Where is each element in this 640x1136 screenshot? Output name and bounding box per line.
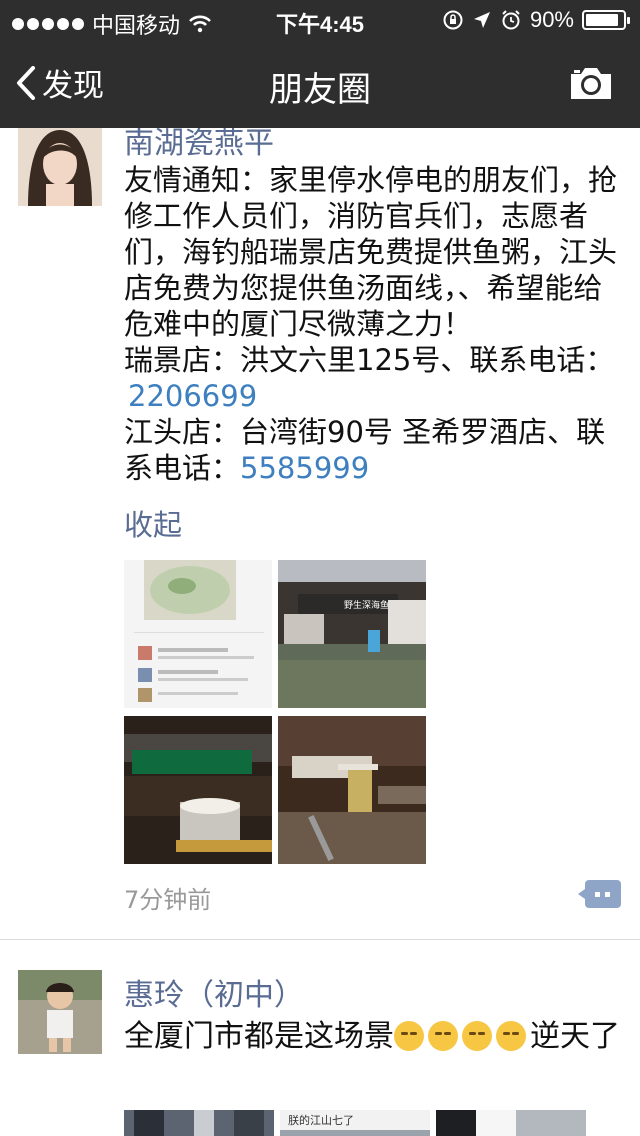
post2-image-2[interactable]: 朕的江山七了	[280, 1110, 430, 1136]
address-text: 瑞景店：洪文六里125号、联系电话	[124, 343, 586, 377]
alarm-clock-icon	[502, 10, 520, 30]
post-text: 友情通知：家里停水停电的朋友们，抢修工作人员们，消防官兵们，志愿者们，海钓船瑞景…	[124, 162, 620, 486]
emoji-icon	[462, 1021, 492, 1051]
comment-dots-icon	[595, 892, 610, 897]
nav-bar: 发现 朋友圈	[0, 40, 640, 128]
phone-link-2[interactable]: 5585999	[240, 451, 369, 485]
post2-image-1[interactable]	[124, 1110, 274, 1136]
comment-button[interactable]	[578, 880, 621, 908]
camera-button[interactable]	[568, 64, 614, 106]
post2-image-3[interactable]	[436, 1110, 586, 1136]
post-image-3[interactable]	[124, 716, 272, 864]
rotation-lock-icon	[443, 10, 463, 30]
location-arrow-icon	[473, 12, 490, 28]
camera-icon	[571, 68, 611, 99]
post-image-4[interactable]	[278, 716, 426, 864]
emoji-icon	[496, 1021, 526, 1051]
post-author-name[interactable]: 惠玲（初中）	[124, 970, 304, 1014]
status-bar: 中国移动 下午4:45 90%	[0, 0, 640, 40]
post-message: 友情通知：家里停水停电的朋友们，抢修工作人员们，消防官兵们，志愿者们，海钓船瑞景…	[124, 163, 618, 341]
collapse-link[interactable]: 收起	[124, 502, 182, 544]
emoji-icon	[394, 1021, 424, 1051]
post-text: 全厦门市都是这场景 逆天了	[124, 1018, 620, 1056]
page-title: 朋友圈	[269, 70, 371, 110]
phone-link-1[interactable]: 2206699	[128, 379, 257, 413]
post-address-line-1: 瑞景店：洪文六里125号、联系电话： 2206699	[124, 342, 620, 414]
post-author-name[interactable]: 南湖瓷燕平	[124, 128, 274, 162]
post-timestamp: 7分钟前	[124, 886, 212, 914]
post-image-2[interactable]: 野生深海鱼外卖	[278, 560, 426, 708]
post-text-end: 逆天了	[530, 1019, 620, 1054]
avatar-photo	[18, 128, 102, 206]
avatar-photo	[18, 970, 102, 1054]
image-caption: 朕的江山七了	[288, 1113, 354, 1127]
status-right: 90%	[442, 7, 630, 33]
emoji-icon	[428, 1021, 458, 1051]
post-text-start: 全厦门市都是这场景	[124, 1019, 394, 1054]
avatar[interactable]	[18, 970, 102, 1054]
post-divider	[0, 939, 640, 940]
post-address-line-2: 江头店：台湾街90号 圣希罗酒店、联系电话：5585999	[124, 414, 620, 486]
battery-percent: 90%	[529, 7, 574, 32]
post-image-1[interactable]	[124, 560, 272, 708]
battery-fill	[586, 14, 618, 26]
address-colon: ：	[585, 343, 615, 377]
battery-icon	[582, 10, 630, 30]
avatar[interactable]	[18, 128, 102, 206]
moments-feed[interactable]: 南湖瓷燕平 友情通知：家里停水停电的朋友们，抢修工作人员们，消防官兵们，志愿者们…	[0, 128, 640, 1136]
